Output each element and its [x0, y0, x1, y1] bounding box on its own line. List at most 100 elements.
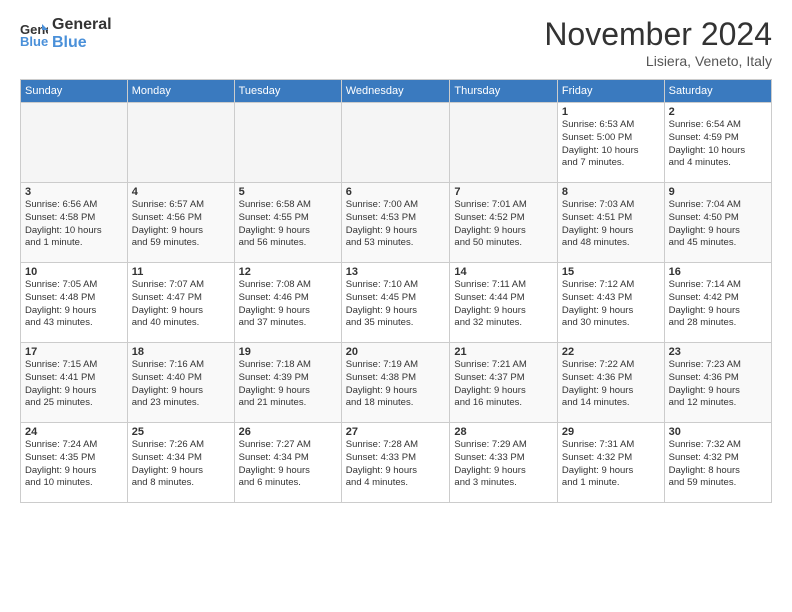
- day-info: Sunrise: 6:58 AM Sunset: 4:55 PM Dayligh…: [239, 199, 337, 250]
- day-info: Sunrise: 7:00 AM Sunset: 4:53 PM Dayligh…: [346, 199, 446, 250]
- day-number: 22: [562, 346, 660, 358]
- day-info: Sunrise: 7:31 AM Sunset: 4:32 PM Dayligh…: [562, 439, 660, 490]
- day-info: Sunrise: 7:07 AM Sunset: 4:47 PM Dayligh…: [132, 279, 230, 330]
- day-number: 7: [454, 186, 553, 198]
- calendar-cell: 15Sunrise: 7:12 AM Sunset: 4:43 PM Dayli…: [557, 263, 664, 343]
- logo-icon: General Blue: [20, 20, 48, 48]
- day-number: 29: [562, 426, 660, 438]
- calendar-cell: 3Sunrise: 6:56 AM Sunset: 4:58 PM Daylig…: [21, 183, 128, 263]
- header: General Blue General Blue November 2024 …: [20, 16, 772, 69]
- svg-text:Blue: Blue: [20, 34, 48, 48]
- calendar-cell: 17Sunrise: 7:15 AM Sunset: 4:41 PM Dayli…: [21, 343, 128, 423]
- day-info: Sunrise: 7:15 AM Sunset: 4:41 PM Dayligh…: [25, 359, 123, 410]
- day-number: 26: [239, 426, 337, 438]
- calendar-cell: 7Sunrise: 7:01 AM Sunset: 4:52 PM Daylig…: [450, 183, 558, 263]
- calendar-cell: 20Sunrise: 7:19 AM Sunset: 4:38 PM Dayli…: [341, 343, 450, 423]
- day-number: 5: [239, 186, 337, 198]
- calendar-cell: 16Sunrise: 7:14 AM Sunset: 4:42 PM Dayli…: [664, 263, 771, 343]
- day-info: Sunrise: 7:14 AM Sunset: 4:42 PM Dayligh…: [669, 279, 767, 330]
- day-number: 19: [239, 346, 337, 358]
- day-info: Sunrise: 7:18 AM Sunset: 4:39 PM Dayligh…: [239, 359, 337, 410]
- day-number: 9: [669, 186, 767, 198]
- calendar-cell: 30Sunrise: 7:32 AM Sunset: 4:32 PM Dayli…: [664, 423, 771, 503]
- day-info: Sunrise: 7:12 AM Sunset: 4:43 PM Dayligh…: [562, 279, 660, 330]
- calendar-cell: [234, 103, 341, 183]
- day-info: Sunrise: 7:24 AM Sunset: 4:35 PM Dayligh…: [25, 439, 123, 490]
- day-number: 10: [25, 266, 123, 278]
- calendar-cell: 21Sunrise: 7:21 AM Sunset: 4:37 PM Dayli…: [450, 343, 558, 423]
- subtitle: Lisiera, Veneto, Italy: [544, 53, 772, 69]
- day-info: Sunrise: 7:04 AM Sunset: 4:50 PM Dayligh…: [669, 199, 767, 250]
- calendar-cell: [341, 103, 450, 183]
- day-number: 21: [454, 346, 553, 358]
- calendar-cell: 10Sunrise: 7:05 AM Sunset: 4:48 PM Dayli…: [21, 263, 128, 343]
- weekday-header-cell: Wednesday: [341, 80, 450, 103]
- calendar-week: 24Sunrise: 7:24 AM Sunset: 4:35 PM Dayli…: [21, 423, 772, 503]
- day-info: Sunrise: 7:27 AM Sunset: 4:34 PM Dayligh…: [239, 439, 337, 490]
- calendar-cell: 2Sunrise: 6:54 AM Sunset: 4:59 PM Daylig…: [664, 103, 771, 183]
- day-number: 25: [132, 426, 230, 438]
- day-info: Sunrise: 7:11 AM Sunset: 4:44 PM Dayligh…: [454, 279, 553, 330]
- day-info: Sunrise: 6:54 AM Sunset: 4:59 PM Dayligh…: [669, 119, 767, 170]
- weekday-header-cell: Friday: [557, 80, 664, 103]
- calendar-cell: 11Sunrise: 7:07 AM Sunset: 4:47 PM Dayli…: [127, 263, 234, 343]
- day-number: 23: [669, 346, 767, 358]
- day-number: 18: [132, 346, 230, 358]
- calendar-cell: 23Sunrise: 7:23 AM Sunset: 4:36 PM Dayli…: [664, 343, 771, 423]
- day-number: 3: [25, 186, 123, 198]
- day-number: 13: [346, 266, 446, 278]
- calendar-cell: 25Sunrise: 7:26 AM Sunset: 4:34 PM Dayli…: [127, 423, 234, 503]
- weekday-header: SundayMondayTuesdayWednesdayThursdayFrid…: [21, 80, 772, 103]
- calendar-cell: 13Sunrise: 7:10 AM Sunset: 4:45 PM Dayli…: [341, 263, 450, 343]
- calendar-cell: 26Sunrise: 7:27 AM Sunset: 4:34 PM Dayli…: [234, 423, 341, 503]
- logo: General Blue General Blue: [20, 16, 112, 51]
- day-number: 17: [25, 346, 123, 358]
- calendar-cell: 9Sunrise: 7:04 AM Sunset: 4:50 PM Daylig…: [664, 183, 771, 263]
- calendar-cell: 22Sunrise: 7:22 AM Sunset: 4:36 PM Dayli…: [557, 343, 664, 423]
- day-number: 28: [454, 426, 553, 438]
- calendar-cell: [450, 103, 558, 183]
- calendar-cell: 27Sunrise: 7:28 AM Sunset: 4:33 PM Dayli…: [341, 423, 450, 503]
- day-info: Sunrise: 7:28 AM Sunset: 4:33 PM Dayligh…: [346, 439, 446, 490]
- calendar-cell: 12Sunrise: 7:08 AM Sunset: 4:46 PM Dayli…: [234, 263, 341, 343]
- calendar-cell: 19Sunrise: 7:18 AM Sunset: 4:39 PM Dayli…: [234, 343, 341, 423]
- day-number: 11: [132, 266, 230, 278]
- day-info: Sunrise: 6:56 AM Sunset: 4:58 PM Dayligh…: [25, 199, 123, 250]
- day-number: 14: [454, 266, 553, 278]
- day-info: Sunrise: 7:29 AM Sunset: 4:33 PM Dayligh…: [454, 439, 553, 490]
- day-info: Sunrise: 7:03 AM Sunset: 4:51 PM Dayligh…: [562, 199, 660, 250]
- weekday-header-cell: Tuesday: [234, 80, 341, 103]
- calendar-cell: 4Sunrise: 6:57 AM Sunset: 4:56 PM Daylig…: [127, 183, 234, 263]
- logo-line1: General: [52, 16, 112, 34]
- day-info: Sunrise: 7:05 AM Sunset: 4:48 PM Dayligh…: [25, 279, 123, 330]
- title-block: November 2024 Lisiera, Veneto, Italy: [544, 16, 772, 69]
- day-info: Sunrise: 7:10 AM Sunset: 4:45 PM Dayligh…: [346, 279, 446, 330]
- day-info: Sunrise: 7:32 AM Sunset: 4:32 PM Dayligh…: [669, 439, 767, 490]
- calendar-cell: 24Sunrise: 7:24 AM Sunset: 4:35 PM Dayli…: [21, 423, 128, 503]
- day-number: 30: [669, 426, 767, 438]
- day-number: 4: [132, 186, 230, 198]
- calendar-week: 1Sunrise: 6:53 AM Sunset: 5:00 PM Daylig…: [21, 103, 772, 183]
- weekday-header-cell: Sunday: [21, 80, 128, 103]
- month-title: November 2024: [544, 16, 772, 53]
- calendar-cell: [21, 103, 128, 183]
- calendar-week: 17Sunrise: 7:15 AM Sunset: 4:41 PM Dayli…: [21, 343, 772, 423]
- day-info: Sunrise: 7:01 AM Sunset: 4:52 PM Dayligh…: [454, 199, 553, 250]
- calendar-cell: 1Sunrise: 6:53 AM Sunset: 5:00 PM Daylig…: [557, 103, 664, 183]
- weekday-header-cell: Thursday: [450, 80, 558, 103]
- calendar-cell: 28Sunrise: 7:29 AM Sunset: 4:33 PM Dayli…: [450, 423, 558, 503]
- day-info: Sunrise: 7:19 AM Sunset: 4:38 PM Dayligh…: [346, 359, 446, 410]
- day-info: Sunrise: 6:53 AM Sunset: 5:00 PM Dayligh…: [562, 119, 660, 170]
- day-number: 27: [346, 426, 446, 438]
- day-number: 16: [669, 266, 767, 278]
- day-info: Sunrise: 7:16 AM Sunset: 4:40 PM Dayligh…: [132, 359, 230, 410]
- calendar-cell: 8Sunrise: 7:03 AM Sunset: 4:51 PM Daylig…: [557, 183, 664, 263]
- day-info: Sunrise: 6:57 AM Sunset: 4:56 PM Dayligh…: [132, 199, 230, 250]
- day-number: 1: [562, 106, 660, 118]
- day-info: Sunrise: 7:22 AM Sunset: 4:36 PM Dayligh…: [562, 359, 660, 410]
- day-number: 8: [562, 186, 660, 198]
- calendar-cell: [127, 103, 234, 183]
- weekday-header-cell: Saturday: [664, 80, 771, 103]
- calendar: SundayMondayTuesdayWednesdayThursdayFrid…: [20, 79, 772, 503]
- weekday-header-cell: Monday: [127, 80, 234, 103]
